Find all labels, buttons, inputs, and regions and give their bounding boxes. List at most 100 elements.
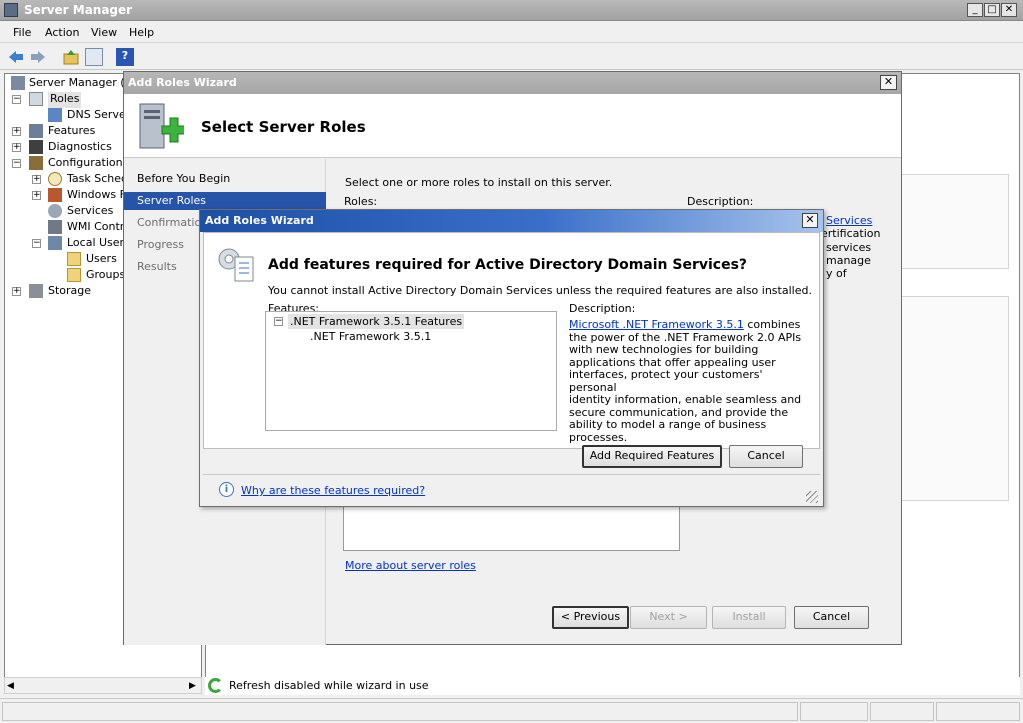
tree-item-dns[interactable]: DNS Server bbox=[67, 108, 130, 124]
expand-icon[interactable]: + bbox=[12, 143, 21, 152]
tree-horizontal-scrollbar[interactable]: ◀ ▶ bbox=[4, 677, 202, 694]
clock-icon bbox=[48, 172, 62, 186]
expand-icon[interactable]: + bbox=[32, 175, 41, 184]
menu-action[interactable]: Action bbox=[45, 26, 79, 39]
description-fragment: ertification bbox=[821, 227, 881, 240]
server-manager-icon bbox=[11, 76, 25, 90]
roles-icon bbox=[29, 92, 43, 106]
menu-bar: File Action View Help bbox=[0, 21, 1023, 43]
wizard-title: Add Roles Wizard bbox=[128, 76, 237, 89]
expand-icon[interactable]: + bbox=[32, 191, 41, 200]
tree-item-storage[interactable]: Storage bbox=[48, 284, 91, 300]
dialog-body: Add features required for Active Directo… bbox=[203, 232, 820, 449]
wizard-header: Select Server Roles bbox=[124, 94, 901, 158]
help-icon[interactable]: ? bbox=[116, 48, 134, 66]
description-fragment: y of bbox=[826, 267, 847, 280]
window-title: Server Manager bbox=[24, 3, 133, 17]
configuration-icon bbox=[29, 156, 43, 170]
wizard-heading: Select Server Roles bbox=[201, 118, 366, 136]
diagnostics-icon bbox=[29, 140, 43, 154]
features-gear-icon bbox=[215, 243, 257, 285]
status-cell bbox=[2, 702, 798, 721]
scroll-right-icon[interactable]: ▶ bbox=[189, 681, 196, 691]
tree-item-users[interactable]: Users bbox=[86, 252, 117, 268]
description-text: applications that offer appealing user bbox=[569, 355, 776, 369]
role-services-section bbox=[896, 296, 1009, 501]
gear-icon bbox=[48, 204, 62, 218]
menu-view[interactable]: View bbox=[91, 26, 117, 39]
dotnet-link[interactable]: Microsoft .NET Framework 3.5.1 bbox=[569, 318, 744, 331]
previous-button[interactable]: < Previous bbox=[552, 606, 629, 629]
dialog-separator bbox=[203, 474, 820, 475]
expand-icon[interactable]: + bbox=[12, 287, 21, 296]
scroll-left-icon[interactable]: ◀ bbox=[7, 681, 14, 691]
collapse-icon[interactable]: − bbox=[32, 239, 41, 248]
wizard-title-bar: Add Roles Wizard ✕ bbox=[124, 72, 901, 94]
description-text: ability to model a range of business bbox=[569, 418, 767, 431]
feature-parent[interactable]: .NET Framework 3.5.1 Features bbox=[288, 314, 465, 329]
tree-item-local-users[interactable]: Local Users bbox=[67, 236, 130, 252]
features-icon bbox=[29, 124, 43, 138]
dialog-heading: Add features required for Active Directo… bbox=[268, 257, 748, 273]
dialog-title-bar: Add Roles Wizard ✕ bbox=[200, 210, 823, 232]
close-button[interactable]: ✕ bbox=[1001, 3, 1017, 17]
dialog-description-label: Description: bbox=[569, 302, 636, 315]
storage-icon bbox=[29, 284, 43, 298]
title-bar: Server Manager _ □ ✕ bbox=[0, 0, 1023, 21]
description-text: processes. bbox=[569, 430, 628, 444]
status-cell bbox=[936, 702, 1020, 721]
forward-arrow-icon[interactable] bbox=[29, 48, 47, 66]
minimize-button[interactable]: _ bbox=[967, 3, 983, 17]
collapse-icon[interactable]: − bbox=[274, 317, 283, 326]
description-text: secure communication, and provide the bbox=[569, 405, 789, 419]
description-text: interfaces, protect your customers' pers… bbox=[569, 368, 763, 394]
wizard-description-label: Description: bbox=[687, 195, 754, 208]
description-fragment: services bbox=[826, 241, 872, 254]
why-required-link[interactable]: Why are these features required? bbox=[241, 484, 425, 497]
refresh-status: Refresh disabled while wizard in use bbox=[205, 677, 1020, 695]
tree-item-wmi[interactable]: WMI Contro bbox=[67, 220, 131, 236]
dns-icon bbox=[48, 108, 62, 122]
tree-item-services[interactable]: Services bbox=[67, 204, 113, 220]
description-link[interactable]: Services bbox=[826, 214, 872, 227]
menu-file[interactable]: File bbox=[13, 26, 31, 39]
expand-icon[interactable]: + bbox=[12, 127, 21, 136]
description-text: identity information, enable seamless an… bbox=[569, 393, 802, 406]
add-features-dialog: Add Roles Wizard ✕ Add features required… bbox=[199, 209, 824, 507]
dialog-subtext: You cannot install Active Directory Doma… bbox=[268, 284, 812, 297]
tree-item-configuration[interactable]: Configuration bbox=[48, 156, 123, 172]
tree-item-roles[interactable]: Roles bbox=[48, 92, 82, 108]
status-cell bbox=[800, 702, 868, 721]
collapse-icon[interactable]: − bbox=[12, 95, 21, 104]
install-button: Install bbox=[712, 606, 786, 629]
dialog-close-button[interactable]: ✕ bbox=[802, 213, 818, 228]
info-icon: i bbox=[219, 482, 234, 497]
maximize-button[interactable]: □ bbox=[984, 3, 1000, 17]
status-cell bbox=[870, 702, 934, 721]
feature-child[interactable]: .NET Framework 3.5.1 bbox=[310, 330, 431, 343]
step-server-roles[interactable]: Server Roles bbox=[124, 192, 326, 210]
back-arrow-icon[interactable] bbox=[7, 48, 25, 66]
status-bar bbox=[0, 698, 1023, 723]
wizard-close-button[interactable]: ✕ bbox=[880, 75, 897, 90]
tree-root[interactable]: Server Manager (U bbox=[29, 76, 133, 92]
add-required-features-button[interactable]: Add Required Features bbox=[582, 445, 722, 468]
collapse-icon[interactable]: − bbox=[12, 159, 21, 168]
more-about-server-roles-link[interactable]: More about server roles bbox=[345, 559, 476, 572]
dialog-title: Add Roles Wizard bbox=[205, 214, 314, 227]
roles-summary-section bbox=[896, 174, 1009, 269]
tree-item-features[interactable]: Features bbox=[48, 124, 95, 140]
tree-item-groups[interactable]: Groups bbox=[86, 268, 125, 284]
tree-item-windows-firewall[interactable]: Windows Fi bbox=[67, 188, 128, 204]
up-folder-icon[interactable] bbox=[62, 48, 80, 66]
refresh-icon bbox=[208, 678, 223, 693]
tree-item-diagnostics[interactable]: Diagnostics bbox=[48, 140, 112, 156]
resize-grip-icon[interactable] bbox=[806, 491, 818, 503]
features-tree[interactable]: − .NET Framework 3.5.1 Features .NET Fra… bbox=[265, 311, 557, 431]
wizard-cancel-button[interactable]: Cancel bbox=[794, 606, 869, 629]
step-before-you-begin[interactable]: Before You Begin bbox=[124, 170, 326, 188]
tree-item-task-scheduler[interactable]: Task Sched bbox=[67, 172, 128, 188]
dialog-cancel-button[interactable]: Cancel bbox=[729, 445, 803, 468]
show-hide-tree-icon[interactable] bbox=[85, 48, 103, 66]
menu-help[interactable]: Help bbox=[129, 26, 154, 39]
